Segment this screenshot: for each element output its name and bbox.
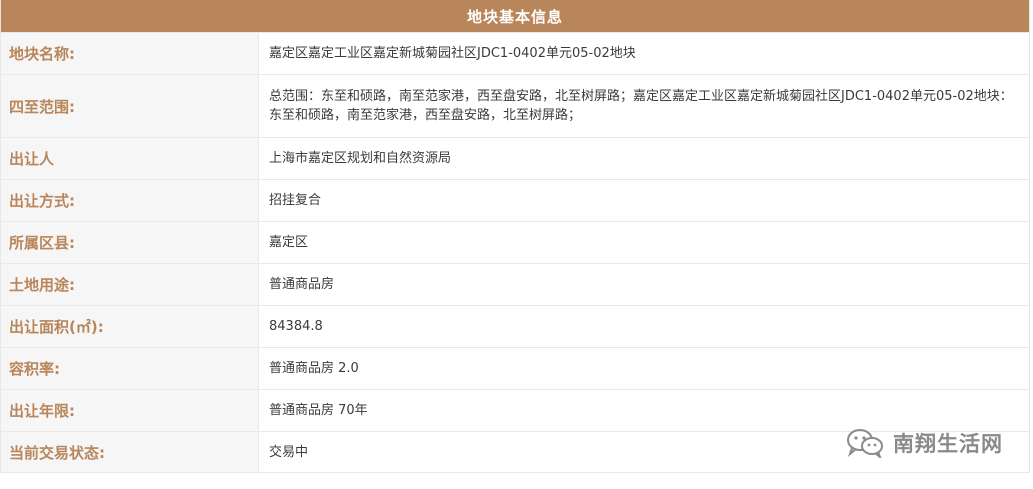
wechat-icon bbox=[847, 429, 883, 458]
row-value-land-name: 嘉定区嘉定工业区嘉定新城菊园社区JDC1-0402单元05-02地块 bbox=[269, 46, 636, 61]
row-label-status: 当前交易状态: bbox=[1, 432, 259, 472]
row-label-boundaries: 四至范围: bbox=[1, 75, 259, 137]
table-title: 地块基本信息 bbox=[1, 0, 1029, 32]
table-row: 容积率: 普通商品房 2.0 bbox=[1, 347, 1029, 389]
row-label-grant-method: 出让方式: bbox=[1, 180, 259, 221]
row-label-land-name: 地块名称: bbox=[1, 33, 259, 74]
row-value-district: 嘉定区 bbox=[269, 235, 309, 250]
table-row: 出让人 上海市嘉定区规划和自然资源局 bbox=[1, 137, 1029, 179]
watermark-text: 南翔生活网 bbox=[893, 432, 1003, 456]
watermark: 南翔生活网 bbox=[845, 428, 1003, 458]
row-value-term: 普通商品房 70年 bbox=[269, 403, 368, 418]
table-row: 土地用途: 普通商品房 bbox=[1, 263, 1029, 305]
row-value-plot-ratio: 普通商品房 2.0 bbox=[269, 361, 359, 376]
row-label-term: 出让年限: bbox=[1, 390, 259, 431]
row-value-area: 84384.8 bbox=[269, 319, 323, 334]
table-row: 出让面积(㎡): 84384.8 bbox=[1, 305, 1029, 347]
row-value-grantor: 上海市嘉定区规划和自然资源局 bbox=[269, 151, 452, 166]
table-row: 地块名称: 嘉定区嘉定工业区嘉定新城菊园社区JDC1-0402单元05-02地块 bbox=[1, 32, 1029, 74]
row-label-grantor: 出让人 bbox=[1, 138, 259, 179]
table-row: 出让方式: 招挂复合 bbox=[1, 179, 1029, 221]
land-info-table: 地块基本信息 地块名称: 嘉定区嘉定工业区嘉定新城菊园社区JDC1-0402单元… bbox=[0, 0, 1030, 473]
row-label-district: 所属区县: bbox=[1, 222, 259, 263]
row-label-plot-ratio: 容积率: bbox=[1, 348, 259, 389]
table-row: 四至范围: 总范围：东至和硕路，南至范家港，西至盘安路，北至树屏路；嘉定区嘉定工… bbox=[1, 74, 1029, 137]
row-value-land-use: 普通商品房 bbox=[269, 277, 335, 292]
table-row: 出让年限: 普通商品房 70年 bbox=[1, 389, 1029, 431]
row-label-land-use: 土地用途: bbox=[1, 264, 259, 305]
row-value-boundaries: 总范围：东至和硕路，南至范家港，西至盘安路，北至树屏路；嘉定区嘉定工业区嘉定新城… bbox=[269, 89, 1013, 123]
table-row: 所属区县: 嘉定区 bbox=[1, 221, 1029, 263]
row-label-area: 出让面积(㎡): bbox=[1, 306, 259, 347]
row-value-grant-method: 招挂复合 bbox=[269, 193, 322, 208]
